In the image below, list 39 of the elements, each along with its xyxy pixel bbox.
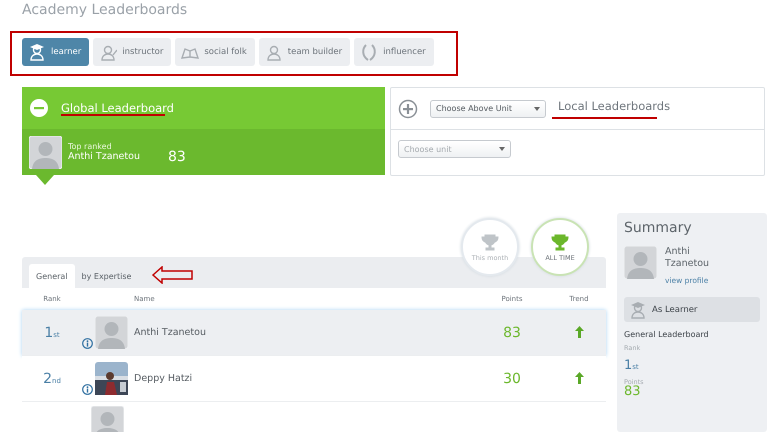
leaderboard-name: General Leaderboard	[624, 330, 710, 339]
role-header: As Learner	[624, 297, 760, 322]
avatar	[624, 246, 657, 279]
role-tab[interactable]: influencer	[354, 38, 434, 66]
graduate-icon	[629, 300, 647, 318]
expand-icon[interactable]	[398, 98, 418, 118]
caret-icon	[534, 106, 540, 110]
info-icon[interactable]	[82, 384, 93, 395]
annotation-arrow	[152, 266, 194, 284]
tab[interactable]: by Expertise	[74, 264, 138, 288]
player-name: Deppy Hatzi	[134, 373, 194, 384]
summary-title: Summary	[624, 220, 693, 236]
role-tab[interactable]: social folk	[175, 38, 255, 66]
role-tab[interactable]: learner	[22, 38, 90, 66]
role-tab[interactable]: team builder	[258, 38, 350, 66]
points: 83	[624, 386, 641, 397]
person-icon	[264, 43, 283, 61]
top-ranked-name: Anthi Tzanetou	[68, 151, 140, 162]
role-tab[interactable]: instructor	[93, 38, 172, 66]
avatar	[91, 406, 124, 432]
unit-select[interactable]: Choose Above Unit	[430, 100, 546, 118]
avatar	[29, 136, 62, 168]
graduate-icon	[28, 43, 46, 61]
points: 83	[503, 324, 521, 340]
user-name: Anthi Tzanetou	[665, 246, 710, 270]
trophy-icon	[480, 232, 500, 252]
points: 30	[503, 370, 521, 386]
trophy-icon	[550, 232, 570, 252]
caret-icon	[499, 147, 505, 151]
tab[interactable]: General	[29, 264, 75, 288]
teacher-icon	[99, 43, 118, 61]
top-ranked-label: Top ranked	[68, 142, 113, 151]
panel-title: Local Leaderboards	[558, 100, 670, 113]
panel-title: Global Leaderboard	[61, 101, 174, 115]
page-title: Academy Leaderboards	[22, 2, 188, 18]
wreath-icon	[360, 43, 378, 61]
player-name: Anthi Tzanetou	[134, 327, 207, 338]
info-icon[interactable]	[82, 338, 93, 349]
top-ranked-points: 83	[168, 149, 186, 165]
